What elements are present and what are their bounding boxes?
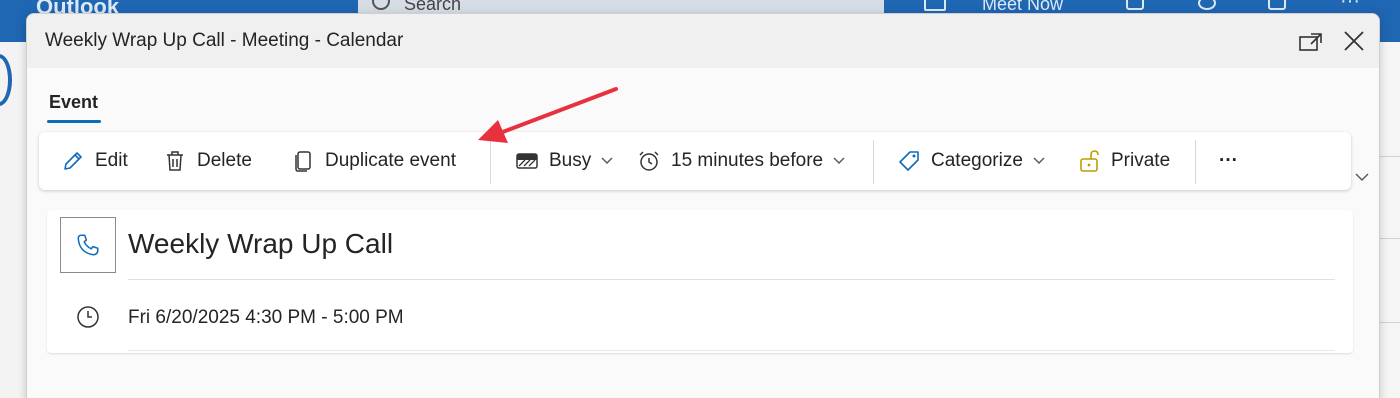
- private-label: Private: [1111, 150, 1171, 171]
- lock-icon: [1077, 149, 1101, 173]
- event-details-card: Weekly Wrap Up Call Fri 6/20/2025 4:30 P…: [47, 210, 1353, 353]
- delete-button[interactable]: Delete: [163, 132, 252, 190]
- delete-label: Delete: [197, 150, 252, 171]
- reminder-dropdown[interactable]: 15 minutes before: [637, 132, 845, 190]
- categorize-label: Categorize: [931, 150, 1023, 171]
- busy-label: Busy: [549, 150, 592, 171]
- header-more-icon[interactable]: ···: [1340, 0, 1360, 13]
- right-pane-divider: [1380, 156, 1400, 157]
- categorize-dropdown[interactable]: Categorize: [897, 132, 1045, 190]
- time-divider: [128, 350, 1335, 351]
- edit-label: Edit: [95, 150, 128, 171]
- teams-icon[interactable]: [1126, 0, 1144, 10]
- busy-status-icon: [515, 149, 539, 173]
- popout-icon[interactable]: [1299, 32, 1323, 52]
- chevron-down-icon: [833, 157, 845, 165]
- duplicate-event-label: Duplicate event: [325, 150, 456, 171]
- busy-dropdown[interactable]: Busy: [515, 132, 613, 190]
- edit-button[interactable]: Edit: [61, 132, 128, 190]
- close-icon[interactable]: [1341, 28, 1367, 54]
- phone-icon[interactable]: [60, 217, 116, 273]
- more-options-button[interactable]: ···: [1219, 132, 1238, 190]
- event-time: Fri 6/20/2025 4:30 PM - 5:00 PM: [128, 307, 404, 328]
- video-camera-icon: [924, 0, 946, 11]
- command-ribbon: Edit Delete Duplicate event Busy 15 minu…: [39, 132, 1351, 190]
- ribbon-separator: [490, 140, 491, 184]
- alarm-clock-icon: [637, 149, 661, 173]
- reminder-label: 15 minutes before: [671, 150, 824, 171]
- chevron-down-icon: [1033, 157, 1045, 165]
- title-divider: [128, 279, 1335, 280]
- right-pane-divider: [1380, 322, 1400, 323]
- copy-icon: [291, 149, 315, 173]
- right-pane: [1380, 42, 1400, 398]
- expand-ribbon-icon[interactable]: [1353, 168, 1371, 186]
- globe-icon[interactable]: [1198, 0, 1216, 10]
- trash-icon: [163, 149, 187, 173]
- tag-icon: [897, 149, 921, 173]
- tab-event[interactable]: Event: [49, 92, 98, 113]
- onenote-icon[interactable]: [1268, 0, 1286, 10]
- event-title: Weekly Wrap Up Call: [128, 228, 394, 259]
- more-options-icon: ···: [1219, 150, 1238, 171]
- clock-icon: [76, 305, 100, 334]
- pencil-icon: [61, 149, 85, 173]
- dialog-titlebar: Weekly Wrap Up Call - Meeting - Calendar: [27, 14, 1379, 68]
- duplicate-event-button[interactable]: Duplicate event: [291, 132, 456, 190]
- search-icon: [372, 0, 390, 10]
- private-button[interactable]: Private: [1077, 132, 1170, 190]
- right-pane-divider: [1380, 238, 1400, 239]
- ribbon-separator: [1195, 140, 1196, 184]
- tab-selected-indicator: [47, 120, 101, 123]
- event-dialog: Weekly Wrap Up Call - Meeting - Calendar…: [26, 13, 1380, 398]
- ribbon-separator: [873, 140, 874, 184]
- chevron-down-icon: [601, 157, 613, 165]
- dialog-title: Weekly Wrap Up Call - Meeting - Calendar: [45, 30, 404, 51]
